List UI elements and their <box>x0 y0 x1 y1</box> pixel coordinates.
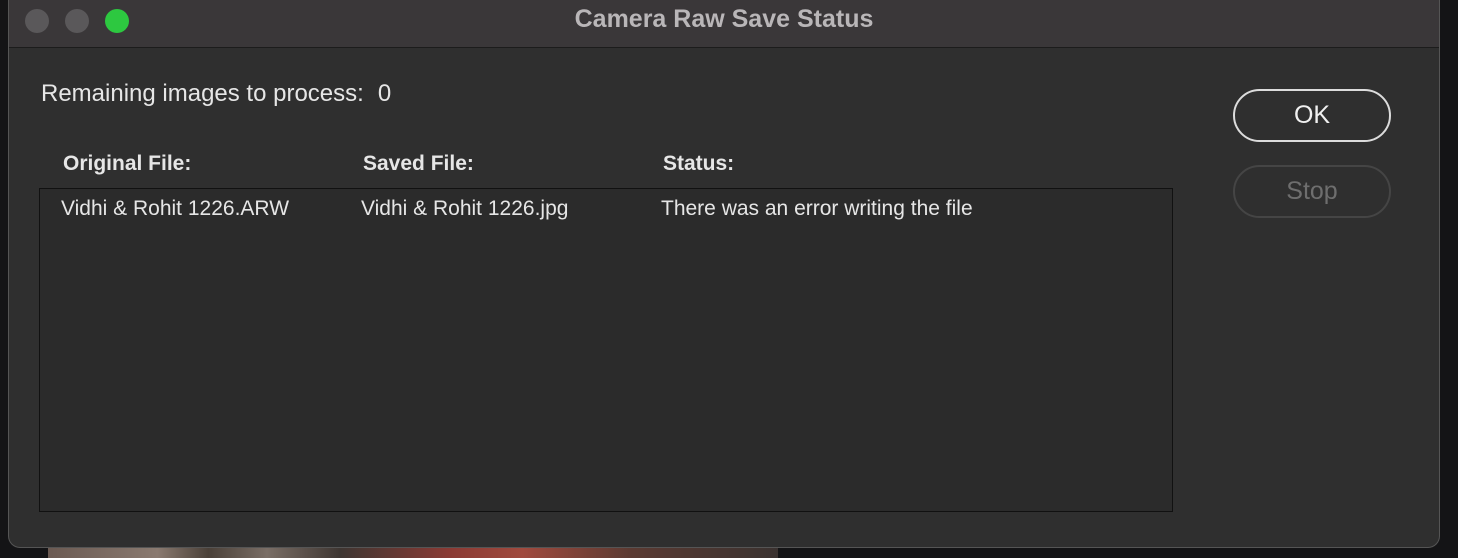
remaining-images-label: Remaining images to process: <box>41 80 364 107</box>
saved-file-cell: Vidhi & Rohit 1226.jpg <box>361 197 569 220</box>
title-bar: Camera Raw Save Status <box>9 0 1439 48</box>
column-header-status: Status: <box>663 152 735 175</box>
remaining-images-count: 0 <box>377 80 392 107</box>
file-status-list[interactable]: Vidhi & Rohit 1226.ARW Vidhi & Rohit 122… <box>39 188 1173 512</box>
window-title: Camera Raw Save Status <box>574 5 874 33</box>
remaining-images-line: Remaining images to process: 0 <box>41 79 391 109</box>
stop-button[interactable]: Stop <box>1233 165 1391 218</box>
column-header-original-file: Original File: <box>63 152 192 175</box>
original-file-cell: Vidhi & Rohit 1226.ARW <box>61 197 290 220</box>
column-header-saved-file: Saved File: <box>363 152 474 175</box>
background-photo-strip <box>48 548 778 558</box>
status-cell: There was an error writing the file <box>661 197 973 220</box>
ok-button[interactable]: OK <box>1233 89 1391 142</box>
save-status-dialog: Camera Raw Save Status Remaining images … <box>8 0 1440 548</box>
table-row[interactable]: Vidhi & Rohit 1226.ARW Vidhi & Rohit 122… <box>40 193 1172 225</box>
